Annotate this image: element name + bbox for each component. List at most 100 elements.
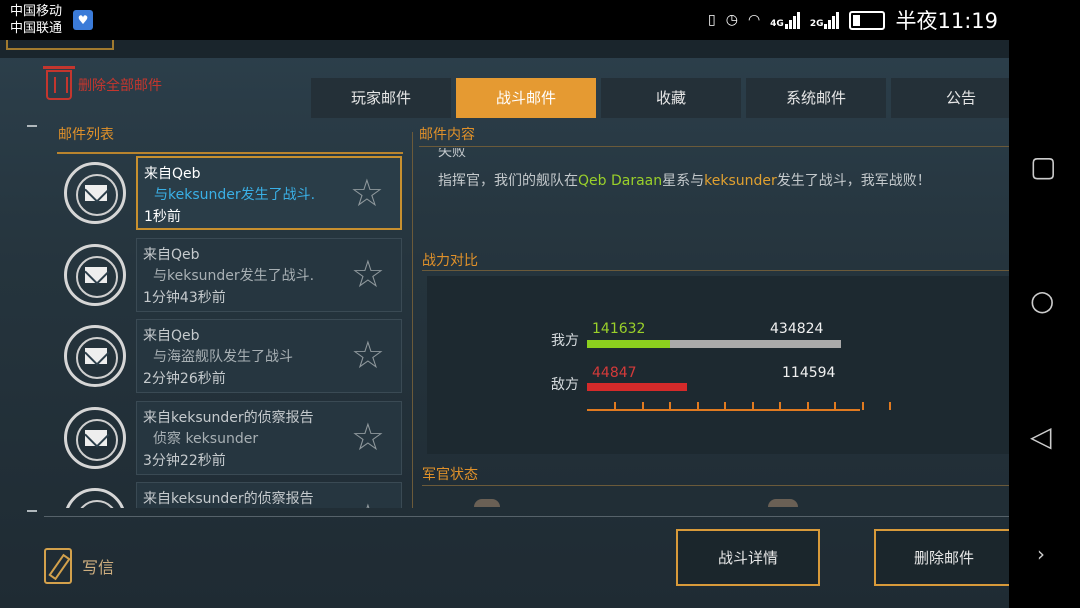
content-rule: [419, 146, 1009, 147]
enemy-max-power: 114594: [782, 365, 836, 381]
mail-content-title: 邮件内容: [419, 127, 475, 143]
axis-tick: [669, 402, 671, 410]
network-type-1: 4G: [770, 18, 784, 29]
mail-time: 1秒前: [144, 209, 181, 225]
mail-list-rule: [57, 152, 403, 154]
signal-2g-icon: 2G: [809, 11, 840, 29]
divider-mark: [27, 510, 37, 512]
axis-tick: [751, 402, 754, 410]
mail-card[interactable]: 来自keksunder的侦察报告 侦察 keksunder 3分钟22秒前 ☆: [136, 401, 402, 475]
mail-sender: 来自Qeb: [144, 166, 201, 182]
envelope-icon: [64, 325, 126, 387]
mail-subject: 与keksunder发生了战斗.: [153, 268, 315, 284]
tab-system-mail[interactable]: 系统邮件: [746, 78, 886, 118]
list-item[interactable]: 来自keksunder的侦察报告 侦察 keksunder 3分钟22秒前 ☆: [58, 401, 408, 479]
pen-icon: [44, 548, 72, 584]
officer-rule: [422, 485, 1009, 486]
mail-card[interactable]: 来自keksunder的侦察报告 ☆: [136, 482, 402, 508]
star-icon[interactable]: ☆: [351, 255, 385, 293]
axis-tick: [724, 402, 726, 410]
axis-tick: [779, 402, 781, 410]
body-mid: 星系与: [662, 173, 705, 189]
panel-divider: [412, 132, 413, 508]
star-icon[interactable]: ☆: [351, 336, 385, 374]
mail-body: 指挥官，我们的舰队在Qeb Daraan星系与keksunder发生了战斗，我军…: [438, 170, 931, 190]
axis-tick: [641, 402, 644, 410]
list-item[interactable]: 来自keksunder的侦察报告 ☆: [58, 482, 408, 508]
axis-tick: [861, 402, 864, 410]
write-letter-button[interactable]: 写信: [44, 548, 114, 584]
ours-power: 141632: [592, 321, 646, 337]
envelope-icon: [64, 488, 126, 508]
top-frame-stub: [6, 40, 114, 50]
mail-list-title: 邮件列表: [58, 127, 114, 143]
mail-card[interactable]: 来自Qeb 与keksunder发生了战斗. 1秒前 ☆: [136, 156, 402, 230]
vibrate-icon: ▯: [708, 12, 716, 28]
mail-time: 1分钟43秒前: [143, 290, 226, 306]
star-icon[interactable]: ☆: [351, 418, 385, 456]
list-item[interactable]: 来自Qeb 与海盗舰队发生了战斗 2分钟26秒前 ☆: [58, 319, 408, 397]
envelope-icon: [64, 162, 126, 224]
mail-sender: 来自keksunder的侦察报告: [143, 410, 314, 426]
carrier-info: 中国移动 中国联通: [10, 3, 62, 37]
envelope-icon: [64, 407, 126, 469]
power-compare-title: 战力对比: [422, 253, 478, 269]
delete-all-mail-button[interactable]: 删除全部邮件: [43, 66, 162, 100]
network-type-2: 2G: [809, 18, 824, 29]
ours-max-power: 434824: [770, 321, 824, 337]
bottom-rule: [44, 516, 1009, 517]
back-icon[interactable]: ◁: [1030, 420, 1052, 453]
enemy-name: keksunder: [704, 173, 777, 189]
mail-subject: 与海盗舰队发生了战斗: [153, 349, 293, 365]
wifi-icon: ◠: [747, 12, 761, 28]
alarm-icon: ◷: [725, 12, 738, 28]
list-item[interactable]: 来自Qeb 与keksunder发生了战斗. 1分钟43秒前 ☆: [58, 238, 408, 316]
trash-icon: [43, 66, 75, 100]
enemy-label: 敌方: [551, 377, 579, 393]
officer-portrait[interactable]: [768, 499, 798, 507]
enemy-power: 44847: [592, 365, 637, 381]
ours-power-bar: [587, 340, 670, 348]
delete-all-label: 删除全部邮件: [78, 78, 162, 94]
mail-screen: 删除全部邮件 玩家邮件 战斗邮件 收藏 系统邮件 公告 邮件列表 来自Qeb 与…: [0, 40, 1009, 608]
battle-detail-button[interactable]: 战斗详情: [676, 529, 820, 586]
ours-label: 我方: [551, 333, 579, 349]
axis-tick: [614, 402, 616, 410]
officer-portrait[interactable]: [474, 499, 500, 507]
recent-apps-icon[interactable]: ▢: [1030, 150, 1056, 183]
body-suffix: 发生了战斗，我军战败！: [776, 173, 931, 189]
tab-favorites[interactable]: 收藏: [601, 78, 741, 118]
mail-card[interactable]: 来自Qeb 与keksunder发生了战斗. 1分钟43秒前 ☆: [136, 238, 402, 312]
mail-sender: 来自Qeb: [143, 247, 200, 263]
axis-tick: [806, 402, 809, 410]
power-rule: [422, 270, 1009, 271]
body-prefix: 指挥官，我们的舰队在: [438, 173, 578, 189]
axis-tick: [889, 402, 891, 410]
delete-mail-button[interactable]: 删除邮件: [874, 529, 1009, 586]
tab-player-mail[interactable]: 玩家邮件: [311, 78, 451, 118]
mail-card[interactable]: 来自Qeb 与海盗舰队发生了战斗 2分钟26秒前 ☆: [136, 319, 402, 393]
tab-announcements[interactable]: 公告: [891, 78, 1009, 118]
officer-status-title: 军官状态: [422, 467, 478, 483]
chevron-right-icon[interactable]: ›: [1037, 542, 1045, 566]
axis-tick: [696, 402, 699, 410]
mail-time: 3分钟22秒前: [143, 453, 226, 469]
tab-battle-mail[interactable]: 战斗邮件: [456, 78, 596, 118]
divider-mark: [27, 125, 37, 127]
axis-tick: [834, 402, 836, 410]
enemy-power-bar: [587, 383, 687, 391]
system-nav-bar: ▢ ○ ◁ ›: [1009, 40, 1080, 608]
star-icon[interactable]: ☆: [350, 174, 384, 212]
star-icon[interactable]: ☆: [351, 499, 385, 508]
mail-subject: 侦察 keksunder: [153, 431, 259, 447]
health-app-icon: ♥: [73, 10, 93, 30]
write-label: 写信: [82, 558, 115, 577]
mail-subject: 与keksunder发生了战斗.: [154, 187, 316, 203]
home-icon[interactable]: ○: [1030, 284, 1054, 317]
list-item[interactable]: 来自Qeb 与keksunder发生了战斗. 1秒前 ☆: [58, 156, 408, 234]
carrier-1: 中国移动: [10, 4, 63, 19]
battle-result-partial: 失败: [438, 148, 466, 160]
system-status-bar: 中国移动 中国联通 ♥ ▯ ◷ ◠ 4G 2G 半夜11:19: [0, 0, 1080, 40]
power-compare-panel: [427, 276, 1009, 454]
mail-list[interactable]: 来自Qeb 与keksunder发生了战斗. 1秒前 ☆ 来自Qeb 与keks…: [58, 156, 408, 508]
